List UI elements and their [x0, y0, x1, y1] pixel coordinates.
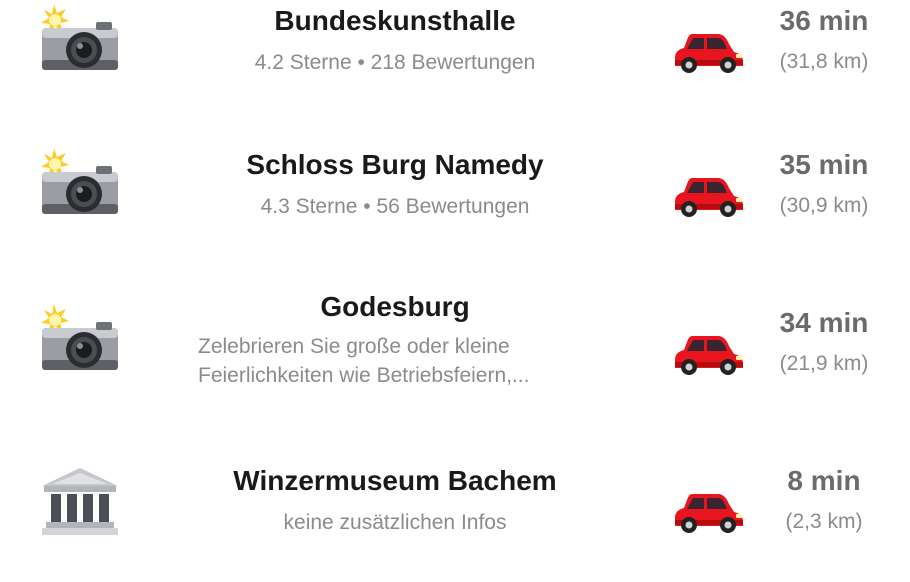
travel-duration: 34 min: [779, 307, 869, 338]
place-info: Winzermuseum Bachem keine zusätzlichen I…: [150, 464, 640, 537]
travel-info: 34 min (21,9 km): [756, 306, 892, 378]
place-info: Bundeskunsthalle 4.2 Sterne • 218 Bewert…: [150, 4, 640, 77]
car-icon: [672, 486, 746, 536]
place-details: 4.2 Sterne • 218 Bewertungen: [254, 51, 536, 74]
car-icon: [672, 26, 746, 76]
list-item-schloss-burg-namedy[interactable]: Schloss Burg Namedy 4.3 Sterne • 56 Bewe…: [0, 144, 910, 274]
list-item-winzermuseum-bachem[interactable]: Winzermuseum Bachem keine zusätzlichen I…: [0, 452, 910, 582]
place-details: Zelebrieren Sie große oder kleine Feierl…: [198, 332, 628, 390]
list-item-godesburg[interactable]: Godesburg Zelebrieren Sie große oder kle…: [0, 288, 910, 418]
travel-distance: (31,8 km): [779, 50, 869, 73]
camera-flash-icon: [38, 4, 122, 74]
place-name: Winzermuseum Bachem: [233, 465, 557, 496]
travel-duration: 8 min: [787, 465, 861, 496]
place-details: keine zusätzlichen Infos: [283, 511, 507, 534]
car-icon: [672, 170, 746, 220]
travel-duration: 36 min: [779, 5, 869, 36]
travel-info: 36 min (31,8 km): [756, 4, 892, 76]
camera-flash-icon: [38, 304, 122, 374]
travel-info: 35 min (30,9 km): [756, 148, 892, 220]
place-info: Godesburg Zelebrieren Sie große oder kle…: [150, 290, 640, 390]
list-item-bundeskunsthalle[interactable]: Bundeskunsthalle 4.2 Sterne • 218 Bewert…: [0, 0, 910, 130]
museum-icon: [38, 466, 122, 536]
car-icon: [672, 328, 746, 378]
place-info: Schloss Burg Namedy 4.3 Sterne • 56 Bewe…: [150, 148, 640, 221]
places-list: Bundeskunsthalle 4.2 Sterne • 218 Bewert…: [0, 0, 910, 540]
place-details-line: Feierlichkeiten wie Betriebsfeiern,...: [198, 364, 530, 387]
travel-info: 8 min (2,3 km): [756, 464, 892, 536]
travel-distance: (2,3 km): [785, 510, 863, 533]
travel-distance: (21,9 km): [779, 352, 869, 375]
place-name: Schloss Burg Namedy: [246, 149, 544, 180]
place-details-line: Zelebrieren Sie große oder kleine: [198, 335, 510, 358]
place-name: Bundeskunsthalle: [274, 5, 516, 36]
place-name: Godesburg: [320, 291, 470, 322]
travel-duration: 35 min: [779, 149, 869, 180]
camera-flash-icon: [38, 148, 122, 218]
travel-distance: (30,9 km): [779, 194, 869, 217]
place-details: 4.3 Sterne • 56 Bewertungen: [260, 195, 530, 218]
